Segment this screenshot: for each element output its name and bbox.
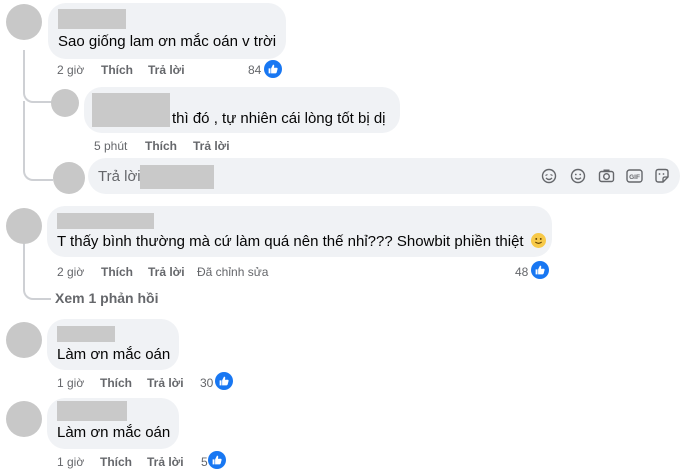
- comment-bubble: Làm ơn mắc oán: [47, 398, 179, 449]
- gif-icon[interactable]: GIF: [625, 167, 643, 185]
- thread-line: [23, 160, 53, 181]
- redacted-username[interactable]: [92, 93, 170, 127]
- like-count[interactable]: 30: [200, 376, 213, 390]
- comment-bubble: Làm ơn mắc oán: [47, 319, 179, 370]
- comment-text: Làm ơn mắc oán: [57, 346, 171, 363]
- comment-time[interactable]: 2 giờ: [57, 63, 84, 77]
- edited-label[interactable]: Đã chỉnh sửa: [197, 265, 268, 279]
- redacted-mention: [140, 165, 214, 189]
- like-count[interactable]: 48: [515, 265, 528, 279]
- comment-text: thì đó , tự nhiên cái lòng tốt bị dị: [172, 110, 386, 127]
- sticker-face-icon[interactable]: [540, 167, 558, 185]
- svg-text:GIF: GIF: [629, 174, 640, 181]
- like-button[interactable]: Thích: [100, 376, 132, 390]
- reply-button[interactable]: Trả lời: [147, 376, 184, 390]
- like-reaction-icon: [208, 451, 226, 469]
- like-count[interactable]: 5: [201, 455, 208, 469]
- comment-text-content: T thấy bình thường mà cứ làm quá nên thế…: [57, 233, 524, 250]
- comment-bubble: thì đó , tự nhiên cái lòng tốt bị dị: [84, 87, 400, 133]
- reply-button[interactable]: Trả lời: [148, 265, 185, 279]
- like-count[interactable]: 84: [248, 63, 261, 77]
- avatar[interactable]: [6, 4, 42, 40]
- comment-time[interactable]: 1 giờ: [57, 455, 84, 469]
- like-reaction-icon: [264, 60, 282, 78]
- thread-line: [23, 101, 25, 161]
- comment-bubble: T thấy bình thường mà cứ làm quá nên thế…: [47, 206, 552, 257]
- comment-text: Làm ơn mắc oán: [57, 424, 171, 441]
- redacted-username[interactable]: [57, 326, 115, 342]
- like-reaction-icon: [215, 372, 233, 390]
- comment-time[interactable]: 5 phút: [94, 139, 127, 153]
- like-button[interactable]: Thích: [101, 265, 133, 279]
- view-replies-link[interactable]: Xem 1 phản hồi: [55, 290, 158, 306]
- comment-time[interactable]: 2 giờ: [57, 265, 84, 279]
- sticker-icon[interactable]: [653, 167, 671, 185]
- redacted-username[interactable]: [58, 9, 126, 29]
- reply-input[interactable]: Trả lời GIF: [88, 158, 680, 194]
- redacted-username[interactable]: [57, 401, 127, 421]
- avatar[interactable]: [6, 208, 42, 244]
- reply-input-prefix: Trả lời: [98, 168, 141, 185]
- comment-bubble: Sao giống lam ơn mắc oán v trời: [48, 3, 286, 59]
- thread-line: [23, 240, 51, 300]
- emoji-icon[interactable]: [569, 167, 587, 185]
- avatar[interactable]: [51, 89, 79, 117]
- avatar[interactable]: [6, 322, 42, 358]
- smile-emoji-icon: [530, 233, 546, 248]
- like-button[interactable]: Thích: [101, 63, 133, 77]
- comment-text: T thấy bình thường mà cứ làm quá nên thế…: [57, 233, 546, 250]
- reply-button[interactable]: Trả lời: [147, 455, 184, 469]
- camera-icon[interactable]: [597, 167, 615, 185]
- like-button[interactable]: Thích: [145, 139, 177, 153]
- like-button[interactable]: Thích: [100, 455, 132, 469]
- comment-time[interactable]: 1 giờ: [57, 376, 84, 390]
- avatar: [53, 162, 85, 194]
- avatar[interactable]: [6, 401, 42, 437]
- comment-text: Sao giống lam ơn mắc oán v trời: [58, 33, 277, 50]
- redacted-username[interactable]: [57, 213, 154, 229]
- reply-button[interactable]: Trả lời: [193, 139, 230, 153]
- reply-button[interactable]: Trả lời: [148, 63, 185, 77]
- like-reaction-icon: [531, 261, 549, 279]
